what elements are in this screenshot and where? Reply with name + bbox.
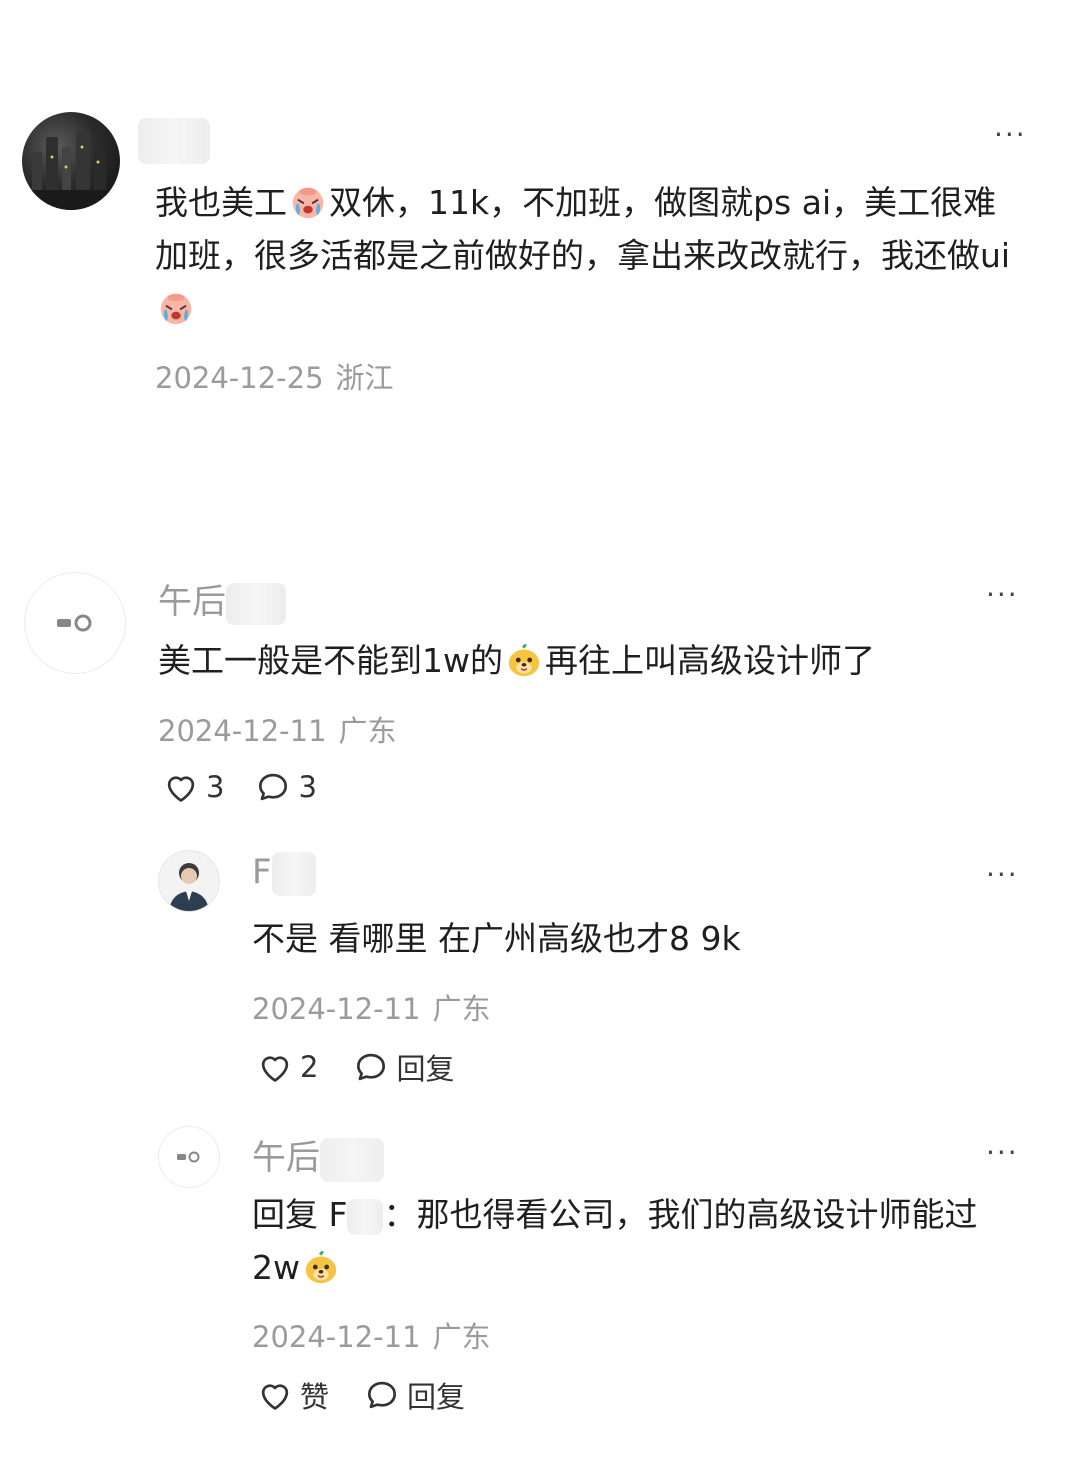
avatar-logo-icon [57,614,92,632]
reply-text: 回复 F ：那也得看公司，我们的高级设计师能过2w [252,1195,978,1287]
username[interactable]: 午后 [158,574,286,625]
comment-actions: 3 3 [162,768,317,806]
comment-item: ··· 我也美工 双休，11k，不加班，做图就ps ai，美工很难加班，很多活都是… [0,0,1080,480]
reply-meta: 2024-12-11 广东 [252,1314,491,1356]
redacted-username [138,118,210,164]
username[interactable] [138,118,210,164]
comment-meta: 2024-12-25 浙江 [155,355,394,397]
like-button[interactable]: 3 [162,768,224,806]
avatar[interactable] [24,572,126,674]
reply-location: 广东 [432,992,491,1026]
more-options-icon[interactable]: ··· [986,858,1019,891]
heart-icon [256,1376,294,1414]
comment-location: 广东 [338,714,397,748]
city-night-photo-icon [22,132,120,210]
reply-meta: 2024-12-11 广东 [252,986,491,1028]
comment-bubble-icon [363,1376,401,1414]
like-button[interactable]: 赞 [256,1374,329,1416]
username[interactable]: F [252,852,316,896]
reply-actions: 2 回复 [256,1046,454,1088]
comment-meta: 2024-12-11 广东 [158,708,397,750]
avatar[interactable] [158,1126,220,1188]
comment-bubble-icon [254,768,292,806]
like-count: 3 [206,770,225,804]
comment-date: 2024-12-25 [155,361,324,395]
reply-label: 回复 [396,1052,455,1086]
reply-item: 午后 ··· 回复 F ：那也得看公司，我们的高级设计师能过2w 2024-12-… [0,1118,1080,1438]
more-options-icon[interactable]: ··· [986,578,1019,611]
dog-face-emoji-icon [302,1248,340,1286]
like-button[interactable]: 2 [256,1048,318,1086]
heart-icon [162,768,200,806]
reply-item: F ··· 不是 看哪里 在广州高级也才8 9k 2024-12-11 广东 2 … [0,840,1080,1100]
avatar[interactable] [22,112,120,210]
redacted-username [271,852,316,896]
comment-bubble-icon [352,1048,390,1086]
more-options-icon[interactable]: ··· [986,1136,1019,1169]
crying-face-emoji-icon [157,289,195,327]
reply-date: 2024-12-11 [252,992,421,1026]
more-options-icon[interactable]: ··· [994,118,1027,151]
reply-actions: 赞 回复 [256,1374,465,1416]
avatar-logo-icon [177,1151,200,1163]
reply-location: 广东 [432,1320,491,1354]
reply-button[interactable]: 回复 [363,1374,465,1416]
person-avatar-icon [169,863,209,911]
comment-date: 2024-12-11 [158,714,327,748]
redacted-username [347,1198,384,1235]
comment-item: 午后 ··· 美工一般是不能到1w的 再往上叫高级设计师了 2024-12-11 广… [0,560,1080,820]
comment-text: 我也美工 双休，11k，不加班，做图就ps ai，美工很难加班，很多活都是之前做好… [155,176,1025,335]
like-label: 赞 [300,1380,330,1414]
redacted-username [320,1137,384,1182]
reply-date: 2024-12-11 [252,1320,421,1354]
heart-icon [256,1048,294,1086]
reply-text: 不是 看哪里 在广州高级也才8 9k [252,919,741,958]
reply-label: 回复 [407,1380,466,1414]
reply-to-prefix[interactable]: 回复 F [252,1195,347,1234]
username[interactable]: 午后 [252,1130,384,1182]
comment-text: 美工一般是不能到1w的 再往上叫高级设计师了 [158,641,875,680]
comment-location: 浙江 [335,361,394,395]
avatar[interactable] [158,850,220,912]
reply-button[interactable]: 回复 [352,1046,454,1088]
reply-button[interactable]: 3 [254,768,317,806]
reply-count: 3 [298,770,317,804]
crying-face-emoji-icon [289,183,327,221]
dog-face-emoji-icon [505,641,543,679]
like-count: 2 [300,1050,319,1084]
redacted-username [226,582,286,625]
